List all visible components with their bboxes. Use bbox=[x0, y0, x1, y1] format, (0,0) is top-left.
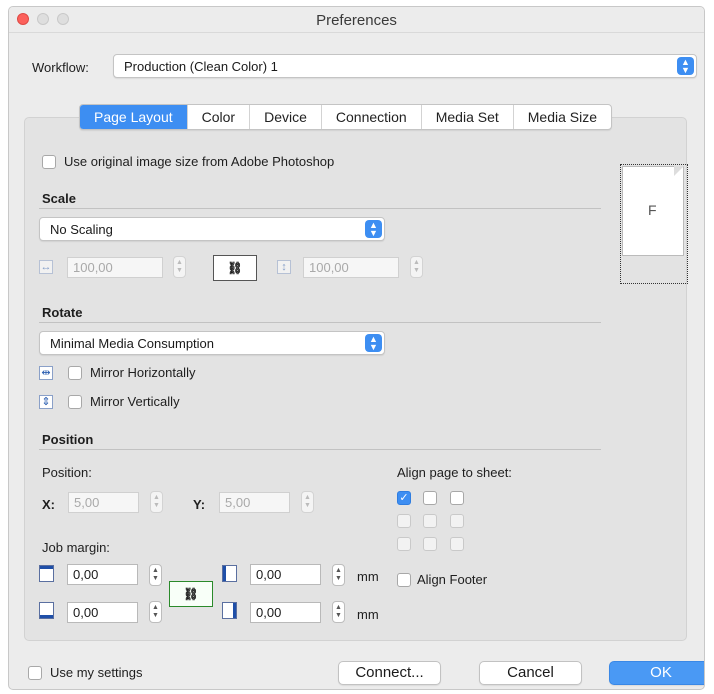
position-y-field[interactable]: 5,00 bbox=[219, 492, 290, 513]
chevron-updown-icon: ▲ ▼ bbox=[365, 334, 382, 352]
margin-top-stepper[interactable]: ▲ ▼ bbox=[149, 564, 162, 586]
position-x-stepper[interactable]: ▲ ▼ bbox=[150, 491, 163, 513]
margin-bottom-stepper[interactable]: ▲ ▼ bbox=[149, 601, 162, 623]
workflow-select[interactable]: Production (Clean Color) 1 ▲ ▼ bbox=[113, 54, 697, 78]
preferences-window: Preferences Workflow: Production (Clean … bbox=[8, 6, 705, 690]
rotate-mode-value: Minimal Media Consumption bbox=[50, 336, 215, 351]
mirror-vertically-checkbox[interactable] bbox=[68, 395, 82, 409]
window-title: Preferences bbox=[316, 12, 397, 29]
scale-mode-select[interactable]: No Scaling ▲ ▼ bbox=[39, 217, 385, 241]
margin-left-stepper[interactable]: ▲ ▼ bbox=[332, 564, 345, 586]
tab-device[interactable]: Device bbox=[250, 105, 322, 129]
use-my-settings-checkbox[interactable] bbox=[28, 666, 42, 680]
align-top-center-checkbox[interactable] bbox=[423, 491, 437, 505]
align-bottom-center-checkbox[interactable] bbox=[423, 537, 437, 551]
mirror-vertically-label: Mirror Vertically bbox=[90, 394, 180, 409]
scale-divider bbox=[39, 208, 601, 209]
position-y-stepper[interactable]: ▲ ▼ bbox=[301, 491, 314, 513]
mirror-vertical-icon: ⇕ bbox=[39, 395, 53, 409]
tab-media-set[interactable]: Media Set bbox=[422, 105, 514, 129]
scale-height-field[interactable]: 100,00 bbox=[303, 257, 399, 278]
ok-button[interactable]: OK bbox=[609, 661, 704, 685]
align-middle-right-checkbox[interactable] bbox=[450, 514, 464, 528]
mirror-horizontally-checkbox[interactable] bbox=[68, 366, 82, 380]
preview-page: F bbox=[622, 166, 684, 256]
connect-button[interactable]: Connect... bbox=[338, 661, 441, 685]
margin-top-icon bbox=[39, 565, 54, 582]
margin-bottom-field[interactable]: 0,00 bbox=[67, 602, 138, 623]
use-my-settings-label: Use my settings bbox=[50, 665, 143, 680]
scale-width-field[interactable]: 100,00 bbox=[67, 257, 163, 278]
job-margin-label: Job margin: bbox=[42, 540, 110, 555]
x-label: X: bbox=[42, 497, 55, 512]
scale-height-stepper[interactable]: ▲ ▼ bbox=[410, 256, 423, 278]
margin-right-field[interactable]: 0,00 bbox=[250, 602, 321, 623]
align-top-right-checkbox[interactable] bbox=[450, 491, 464, 505]
workflow-label: Workflow: bbox=[32, 60, 89, 75]
title-bar: Preferences bbox=[9, 7, 704, 33]
mirror-horizontal-icon: ⇹ bbox=[39, 366, 53, 380]
align-bottom-left-checkbox[interactable] bbox=[397, 537, 411, 551]
margin-left-field[interactable]: 0,00 bbox=[250, 564, 321, 585]
position-divider bbox=[39, 449, 601, 450]
align-footer-label: Align Footer bbox=[417, 572, 488, 587]
height-arrow-icon: ↕ bbox=[277, 260, 291, 274]
position-label: Position: bbox=[42, 465, 92, 480]
scale-link-button[interactable]: ⛓ bbox=[213, 255, 257, 281]
rotate-heading: Rotate bbox=[42, 305, 83, 320]
original-size-label: Use original image size from Adobe Photo… bbox=[64, 154, 335, 169]
scale-mode-value: No Scaling bbox=[50, 222, 113, 237]
mirror-horizontally-label: Mirror Horizontally bbox=[90, 365, 196, 380]
rotate-divider bbox=[39, 322, 601, 323]
margin-link-button[interactable]: ⛓ bbox=[169, 581, 213, 607]
margin-right-icon bbox=[222, 602, 237, 619]
tab-media-size[interactable]: Media Size bbox=[514, 105, 611, 129]
scale-heading: Scale bbox=[42, 191, 76, 206]
tab-page-layout[interactable]: Page Layout bbox=[80, 105, 188, 129]
align-bottom-right-checkbox[interactable] bbox=[450, 537, 464, 551]
chevron-updown-icon: ▲ ▼ bbox=[365, 220, 382, 238]
width-arrow-icon: ↔ bbox=[39, 260, 53, 274]
align-middle-left-checkbox[interactable] bbox=[397, 514, 411, 528]
margin-left-unit: mm bbox=[357, 569, 379, 584]
rotate-mode-select[interactable]: Minimal Media Consumption ▲ ▼ bbox=[39, 331, 385, 355]
tab-color[interactable]: Color bbox=[188, 105, 251, 129]
preview-letter: F bbox=[648, 202, 657, 218]
scale-width-stepper[interactable]: ▲ ▼ bbox=[173, 256, 186, 278]
align-top-left-checkbox[interactable]: ✓ bbox=[397, 491, 411, 505]
margin-left-icon bbox=[222, 565, 237, 582]
margin-bottom-icon bbox=[39, 602, 54, 619]
margin-top-field[interactable]: 0,00 bbox=[67, 564, 138, 585]
tab-bar: Page Layout Color Device Connection Medi… bbox=[79, 104, 613, 130]
tab-connection[interactable]: Connection bbox=[322, 105, 422, 129]
chevron-updown-icon: ▲ ▼ bbox=[677, 57, 694, 75]
y-label: Y: bbox=[193, 497, 206, 512]
workflow-select-value: Production (Clean Color) 1 bbox=[124, 59, 278, 74]
position-heading: Position bbox=[42, 432, 94, 447]
align-footer-checkbox[interactable] bbox=[397, 573, 411, 587]
original-size-checkbox[interactable] bbox=[42, 155, 56, 169]
page-preview: F bbox=[620, 164, 688, 284]
align-middle-center-checkbox[interactable] bbox=[423, 514, 437, 528]
margin-right-stepper[interactable]: ▲ ▼ bbox=[332, 601, 345, 623]
cancel-button[interactable]: Cancel bbox=[479, 661, 582, 685]
margin-right-unit: mm bbox=[357, 607, 379, 622]
align-page-label: Align page to sheet: bbox=[397, 465, 512, 480]
position-x-field[interactable]: 5,00 bbox=[68, 492, 139, 513]
